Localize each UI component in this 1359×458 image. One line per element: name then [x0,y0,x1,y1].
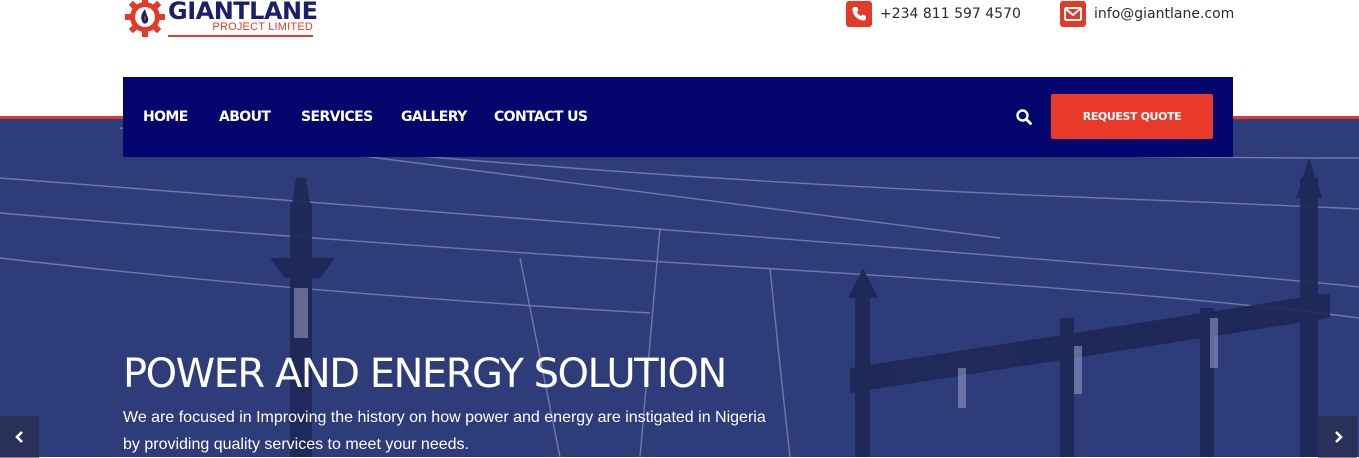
slider-prev-button[interactable] [0,416,39,458]
email-address: info@giantlane.com [1094,5,1235,22]
phone-contact[interactable]: +234 811 597 4570 [846,0,1021,27]
hero-title: POWER AND ENERGY SOLUTION [123,351,727,397]
nav-services[interactable]: SERVICES [301,77,373,157]
site-logo[interactable]: GIANTLANE PROJECT LIMITED [124,0,324,42]
phone-number: +234 811 597 4570 [880,5,1021,22]
nav-about[interactable]: ABOUT [219,77,271,157]
hero-description: We are focused in Improving the history … [123,409,766,453]
chevron-left-icon [14,431,23,443]
email-contact[interactable]: info@giantlane.com [1060,0,1234,27]
main-navbar: HOME ABOUT SERVICES GALLERY CONTACT US R… [123,77,1233,157]
search-icon[interactable] [1015,108,1033,126]
nav-gallery[interactable]: GALLERY [401,77,467,157]
request-quote-button[interactable]: REQUEST QUOTE [1051,94,1213,139]
logo-underline [168,35,313,37]
logo-tagline: PROJECT LIMITED [212,21,313,33]
envelope-icon [1060,0,1086,27]
chevron-right-icon [1334,431,1343,443]
nav-contact-us[interactable]: CONTACT US [494,77,588,157]
gear-logo-icon [125,0,165,37]
nav-home[interactable]: HOME [143,77,188,157]
phone-icon [846,0,872,27]
slider-next-button[interactable] [1318,416,1357,458]
